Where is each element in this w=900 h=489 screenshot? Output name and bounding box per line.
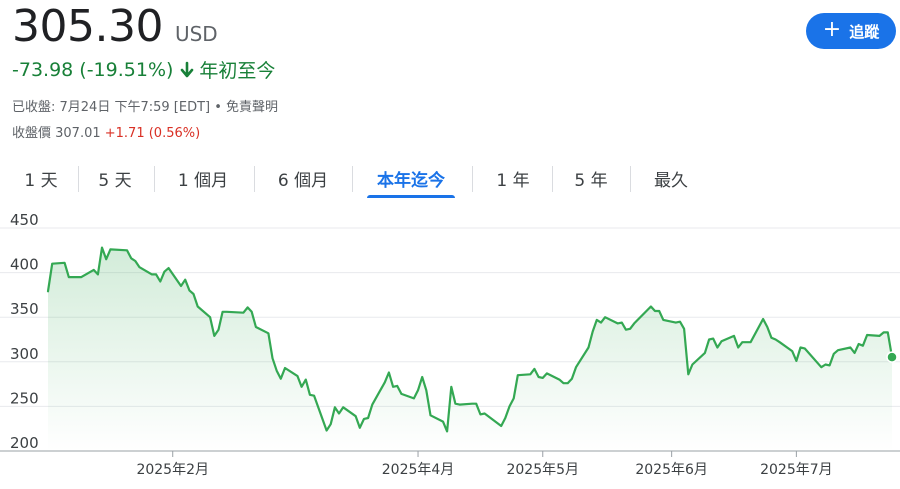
y-tick-label: 450 xyxy=(10,211,39,229)
y-tick-label: 400 xyxy=(10,256,39,274)
tab-6m[interactable]: 6 個月 xyxy=(264,158,342,198)
price-chart[interactable]: 450 400 350 300 250 200 2025年2月 2025年4月 2025年5月… xyxy=(0,210,900,489)
tab-1y[interactable]: 1 年 xyxy=(482,158,544,198)
y-tick-label: 350 xyxy=(10,300,39,318)
arrow-down-icon xyxy=(179,61,195,79)
tab-divider xyxy=(630,166,631,192)
currency-label: USD xyxy=(174,22,218,46)
tab-label: 本年迄今 xyxy=(377,170,445,191)
tab-1m[interactable]: 1 個月 xyxy=(164,158,242,198)
x-axis-ticks: 2025年2月 2025年4月 2025年5月 2025年6月 2025年7月 xyxy=(136,451,833,478)
y-tick-label: 300 xyxy=(10,345,39,363)
x-tick-label: 2025年4月 xyxy=(382,462,455,478)
tab-divider xyxy=(254,166,255,192)
time-range-tabs: 1 天 5 天 1 個月 6 個月 本年迄今 1 年 5 年 最久 xyxy=(0,158,900,198)
tab-divider xyxy=(552,166,553,192)
x-tick-label: 2025年2月 xyxy=(136,462,209,478)
tab-divider xyxy=(352,166,353,192)
y-tick-label: 250 xyxy=(10,389,39,407)
tab-label: 5 天 xyxy=(98,170,132,191)
change-period: 年初至今 xyxy=(199,60,276,82)
tab-label: 6 個月 xyxy=(277,170,329,191)
price-change: -73.98 (-19.51%) xyxy=(12,58,174,81)
tab-5d[interactable]: 5 天 xyxy=(84,158,146,198)
prev-close-change: +1.71 (0.56%) xyxy=(104,126,201,141)
x-tick-label: 2025年6月 xyxy=(635,462,708,478)
x-tick-label: 2025年5月 xyxy=(506,462,579,478)
y-tick-label: 200 xyxy=(10,434,39,452)
tab-label: 1 年 xyxy=(496,170,530,191)
price-row: 305.30 USD xyxy=(12,2,218,52)
tab-label: 1 個月 xyxy=(177,170,229,191)
tab-label: 最久 xyxy=(654,170,688,191)
close-info: 已收盤: 7月24日 下午7:59 [EDT] • 免責聲明 xyxy=(12,100,279,115)
stock-price: 305.30 xyxy=(12,1,163,52)
follow-button[interactable]: + 追蹤 xyxy=(806,13,896,49)
follow-label: 追蹤 xyxy=(849,22,880,41)
tab-max[interactable]: 最久 xyxy=(640,158,702,198)
prev-close-info: 收盤價 307.01 +1.71 (0.56%) xyxy=(12,122,200,141)
x-tick-label: 2025年7月 xyxy=(760,462,833,478)
plus-icon: + xyxy=(822,17,842,42)
tab-divider xyxy=(472,166,473,192)
tab-label: 5 年 xyxy=(574,170,608,191)
tab-divider xyxy=(154,166,155,192)
tab-5y[interactable]: 5 年 xyxy=(560,158,622,198)
y-axis-labels: 450 400 350 300 250 200 xyxy=(10,211,39,452)
tab-divider xyxy=(78,166,79,192)
tab-ytd[interactable]: 本年迄今 xyxy=(367,158,455,198)
last-price-dot xyxy=(886,351,898,363)
tab-label: 1 天 xyxy=(24,170,58,191)
price-change-row: -73.98 (-19.51%) 年初至今 xyxy=(12,56,275,83)
tab-1d[interactable]: 1 天 xyxy=(10,158,72,198)
prev-close-label: 收盤價 307.01 xyxy=(12,126,101,141)
